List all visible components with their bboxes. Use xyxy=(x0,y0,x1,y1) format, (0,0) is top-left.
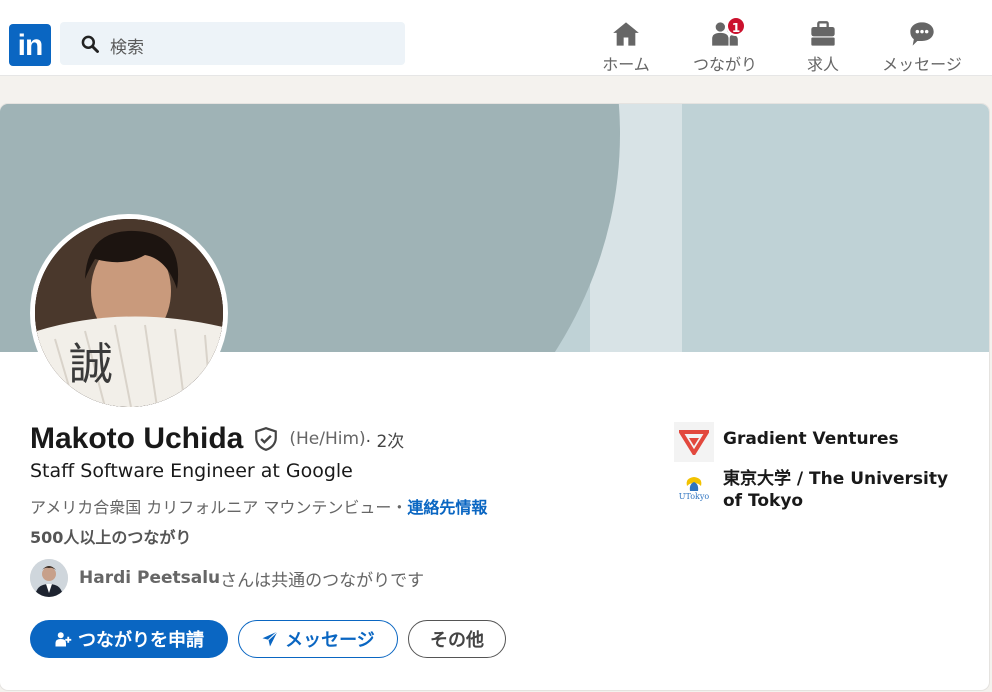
org-gradient-ventures[interactable]: Gradient Ventures xyxy=(674,422,958,462)
profile-location: アメリカ合衆国 カリフォルニア マウンテンビュー・連絡先情報 xyxy=(30,494,487,518)
network-icon: 1 xyxy=(710,16,746,48)
linkedin-logo[interactable]: in xyxy=(9,24,51,66)
nav-messaging-label: メッセージ xyxy=(882,55,962,74)
mutual-connection[interactable]: Hardi Peetsalu さんは共通のつながりです xyxy=(30,558,424,598)
utokyo-logo: UTokyo xyxy=(674,468,714,508)
nav-jobs-label: 求人 xyxy=(806,55,839,74)
profile-avatar[interactable]: 誠 xyxy=(30,214,228,412)
org-name: 東京大学 / The University of Tokyo xyxy=(723,469,949,511)
mutual-text: さんは共通のつながりです xyxy=(220,570,425,591)
contact-info-link[interactable]: 連絡先情報 xyxy=(407,498,487,517)
send-icon xyxy=(262,631,279,647)
nav-network-label: つながり xyxy=(692,55,757,74)
nav-network[interactable]: 1 つながり xyxy=(690,16,760,74)
profile-pronouns: (He/Him) xyxy=(289,429,366,449)
org-utokyo[interactable]: UTokyo 東京大学 / The University of Tokyo xyxy=(674,468,958,512)
nav-home-label: ホーム xyxy=(602,55,650,74)
mutual-avatar xyxy=(30,559,68,597)
nav-messaging[interactable]: メッセージ xyxy=(878,20,966,74)
name-row: Makoto Uchida (He/Him) · 2次 xyxy=(30,422,404,456)
connect-button-label: つながりを申請 xyxy=(78,630,204,651)
utokyo-logo-text: UTokyo xyxy=(678,491,710,501)
connections-count[interactable]: 500人以上のつながり xyxy=(30,524,191,548)
mutual-name: Hardi Peetsalu xyxy=(79,568,221,588)
nav-home[interactable]: ホーム xyxy=(596,20,656,74)
message-button-label: メッセージ xyxy=(285,630,375,651)
org-name: Gradient Ventures xyxy=(723,429,899,449)
message-button[interactable]: メッセージ xyxy=(238,620,398,658)
avatar-calligraphy: 誠 xyxy=(69,339,113,390)
more-button[interactable]: その他 xyxy=(408,620,506,658)
connect-button[interactable]: つながりを申請 xyxy=(30,620,228,658)
profile-card: 誠 Makoto Uchida (He/Him) · 2次 Staff Soft… xyxy=(0,104,989,690)
gradient-ventures-logo xyxy=(674,422,714,462)
briefcase-icon xyxy=(811,21,835,46)
search-placeholder: 検索 xyxy=(110,38,144,58)
search-icon xyxy=(81,35,99,53)
verified-shield-icon[interactable] xyxy=(253,425,279,453)
search-input[interactable]: 検索 xyxy=(60,22,405,65)
location-text: アメリカ合衆国 カリフォルニア マウンテンビュー・ xyxy=(30,498,408,517)
nav-jobs[interactable]: 求人 xyxy=(798,20,848,74)
profile-name: Makoto Uchida xyxy=(30,422,244,455)
home-icon xyxy=(613,22,639,46)
top-nav: in 検索 ホーム 1 つながり 求人 メッセージ xyxy=(0,0,992,76)
profile-headline: Staff Software Engineer at Google xyxy=(30,460,353,482)
add-person-icon xyxy=(55,632,72,647)
connection-degree: · 2次 xyxy=(365,431,405,452)
notification-badge: 1 xyxy=(726,16,746,36)
profile-photo: 誠 xyxy=(35,219,223,407)
more-button-label: その他 xyxy=(430,630,484,651)
messaging-icon xyxy=(910,22,934,46)
